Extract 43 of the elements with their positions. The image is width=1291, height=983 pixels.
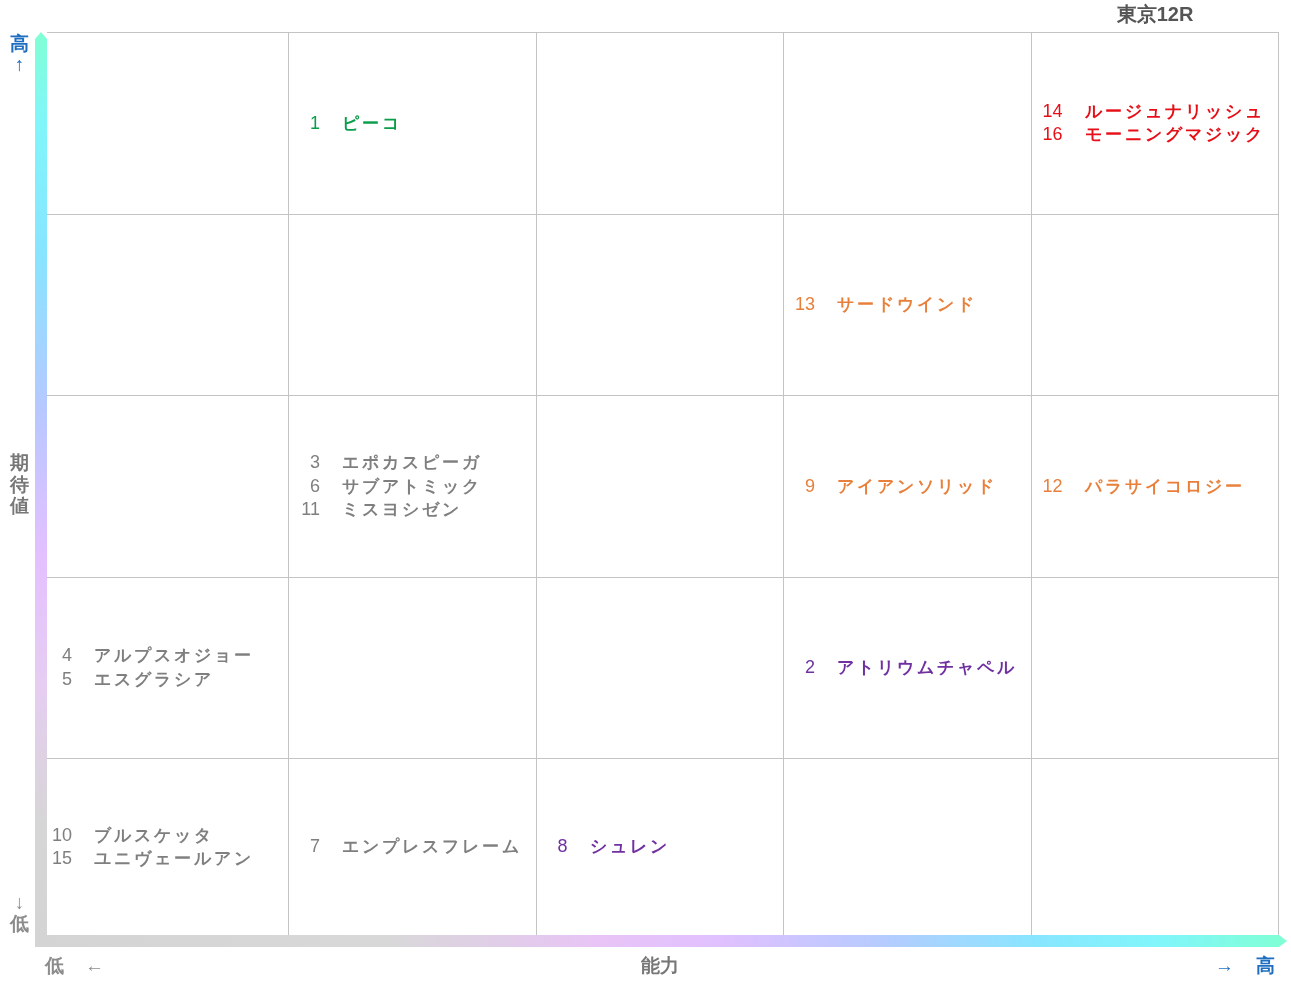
horse-name: エスグラシア — [94, 668, 214, 691]
horse-name: パラサイコロジー — [1084, 475, 1245, 498]
horse-number: 8 — [556, 835, 568, 859]
horse-number: 9 — [804, 474, 815, 498]
horse-name: エンプレスフレーム — [342, 836, 522, 859]
horse-number: 11 — [300, 498, 320, 521]
horse-name: ミスヨシゼン — [342, 499, 462, 521]
horse-number: 3 — [309, 451, 320, 474]
high-label: 高 — [1256, 955, 1275, 977]
y-axis-title: 期待値 — [10, 451, 29, 518]
horse-name: サードウインド — [837, 294, 977, 316]
horse-name: ユニヴェールアン — [94, 848, 254, 870]
right-arrow: → — [1215, 955, 1234, 977]
left-arrow: ← — [85, 955, 104, 977]
x-axis-title: 能力 — [641, 955, 679, 977]
horse-number: 15 — [50, 847, 72, 870]
horse-number: 13 — [793, 293, 815, 316]
horse-number: 7 — [309, 835, 320, 859]
race-title: 東京12R — [1116, 3, 1194, 25]
horse-name: エポカスピーガ — [342, 452, 482, 474]
horse-number: 2 — [804, 656, 815, 679]
horse-name: サブアトミック — [342, 475, 482, 498]
horse-number: 4 — [61, 644, 72, 668]
horse-number: 6 — [309, 474, 320, 498]
horse-name: ブルスケッタ — [94, 824, 214, 847]
high-label: 高 — [10, 34, 29, 55]
low-label: 低 — [10, 914, 29, 935]
horse-number: 16 — [1041, 123, 1063, 147]
horse-name: アトリウムチャペル — [837, 657, 1017, 679]
horse-number: 10 — [50, 823, 72, 847]
horse-number: 5 — [61, 667, 72, 691]
horse-number: 12 — [1041, 474, 1063, 498]
up-arrow: ↑ — [14, 54, 25, 76]
horse-name: アイアンソリッド — [837, 475, 997, 498]
horse-number: 14 — [1041, 99, 1063, 123]
down-arrow: ↓ — [14, 893, 25, 915]
horse-name: シュレン — [589, 836, 670, 859]
horse-name: ルージュナリッシュ — [1084, 100, 1265, 123]
horse-name: アルプスオジョー — [94, 645, 254, 668]
horse-name: ピーコ — [342, 112, 402, 135]
horse-name: モーニングマジック — [1084, 124, 1265, 147]
horse-number: 1 — [309, 111, 320, 135]
low-label: 低 — [45, 955, 64, 977]
